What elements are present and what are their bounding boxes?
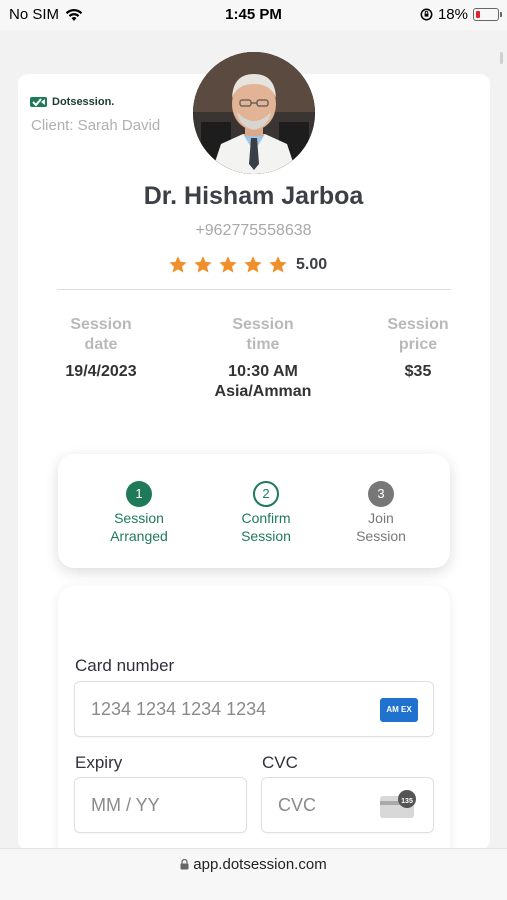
step-2-label-line2: Session (241, 528, 291, 544)
star-icon (169, 256, 187, 273)
cvc-placeholder: CVC (278, 795, 317, 815)
step-2-circle: 2 (253, 481, 279, 507)
step-1-label-line1: Session (114, 510, 164, 526)
client-name: Client: Sarah David (31, 117, 161, 134)
battery-percent: 18% (437, 6, 468, 23)
card-number-field[interactable]: 1234 1234 1234 1234 AM EX (74, 681, 434, 737)
session-time-block: Session time 10:30 AM Asia/Amman (205, 315, 321, 402)
star-icon (244, 256, 262, 273)
session-time-label-line1: Session (232, 316, 294, 333)
session-price-label-line2: price (398, 336, 438, 353)
step-session-arranged: 1 Session Arranged (84, 481, 194, 545)
expiry-placeholder: MM / YY (91, 795, 160, 815)
progress-steps: 1 Session Arranged 2 Confirm Session 3 J… (58, 454, 450, 568)
battery-icon (473, 8, 502, 21)
rating-row: 5.00 (168, 255, 327, 275)
step-confirm-session: 2 Confirm Session (211, 481, 321, 545)
scrollbar-thumb[interactable] (500, 52, 503, 64)
doctor-name: Dr. Hisham Jarboa (143, 182, 364, 210)
session-price-value: $35 (404, 363, 432, 380)
cvc-label: CVC (262, 753, 298, 772)
star-icon (194, 256, 212, 273)
doctor-avatar (193, 52, 315, 174)
step-1-circle: 1 (126, 481, 152, 507)
dotsession-logo-icon (30, 97, 47, 107)
expiry-field[interactable]: MM / YY (74, 777, 247, 833)
cvc-card-icon: 135 (380, 790, 416, 818)
url-display[interactable]: app.dotsession.com (0, 856, 507, 873)
session-date-value: 19/4/2023 (65, 363, 137, 380)
step-join-session: 3 Join Session (326, 481, 436, 545)
card-number-placeholder: 1234 1234 1234 1234 (91, 699, 267, 719)
battery-level-fill (475, 10, 480, 18)
cvc-icon-badge: 135 (398, 790, 416, 808)
step-3-label-line2: Session (356, 528, 406, 544)
session-date-label-line1: Session (70, 316, 132, 333)
step-3-label-line1: Join (368, 510, 394, 526)
lock-icon (180, 858, 189, 870)
amex-card-icon: AM EX (380, 698, 418, 722)
url-text: app.dotsession.com (193, 856, 327, 873)
rating-stars (168, 255, 288, 275)
session-time-value-line1: 10:30 AM (228, 363, 298, 380)
expiry-label: Expiry (75, 753, 123, 772)
star-icon (269, 256, 287, 273)
rating-value: 5.00 (296, 256, 328, 273)
session-time-label-line2: time (246, 336, 280, 353)
step-2-label-line1: Confirm (241, 510, 291, 526)
step-1-label-line2: Arranged (110, 528, 168, 544)
cvc-icon-text: 135 (401, 798, 413, 805)
brand-logo: Dotsession. (30, 96, 114, 108)
session-time-value-line2: Asia/Amman (214, 383, 312, 400)
session-price-label-line1: Session (387, 316, 449, 333)
orientation-lock-icon (420, 8, 433, 21)
status-right: 18% (420, 6, 502, 23)
doctor-photo (193, 52, 315, 174)
amex-text: AM EX (386, 705, 412, 714)
status-bar: No SIM 1:45 PM 18% (0, 0, 507, 30)
session-date-label-line2: date (84, 336, 118, 353)
session-date-block: Session date 19/4/2023 (46, 315, 156, 382)
cvc-field[interactable]: CVC 135 (261, 777, 434, 833)
card-number-label: Card number (75, 656, 175, 675)
star-icon (219, 256, 237, 273)
step-3-circle: 3 (368, 481, 394, 507)
divider (57, 289, 451, 290)
session-price-block: Session price $35 (370, 315, 466, 382)
doctor-phone[interactable]: +962775558638 (0, 222, 507, 240)
brand-name: Dotsession. (52, 96, 115, 108)
browser-url-bar[interactable]: app.dotsession.com (0, 848, 507, 900)
